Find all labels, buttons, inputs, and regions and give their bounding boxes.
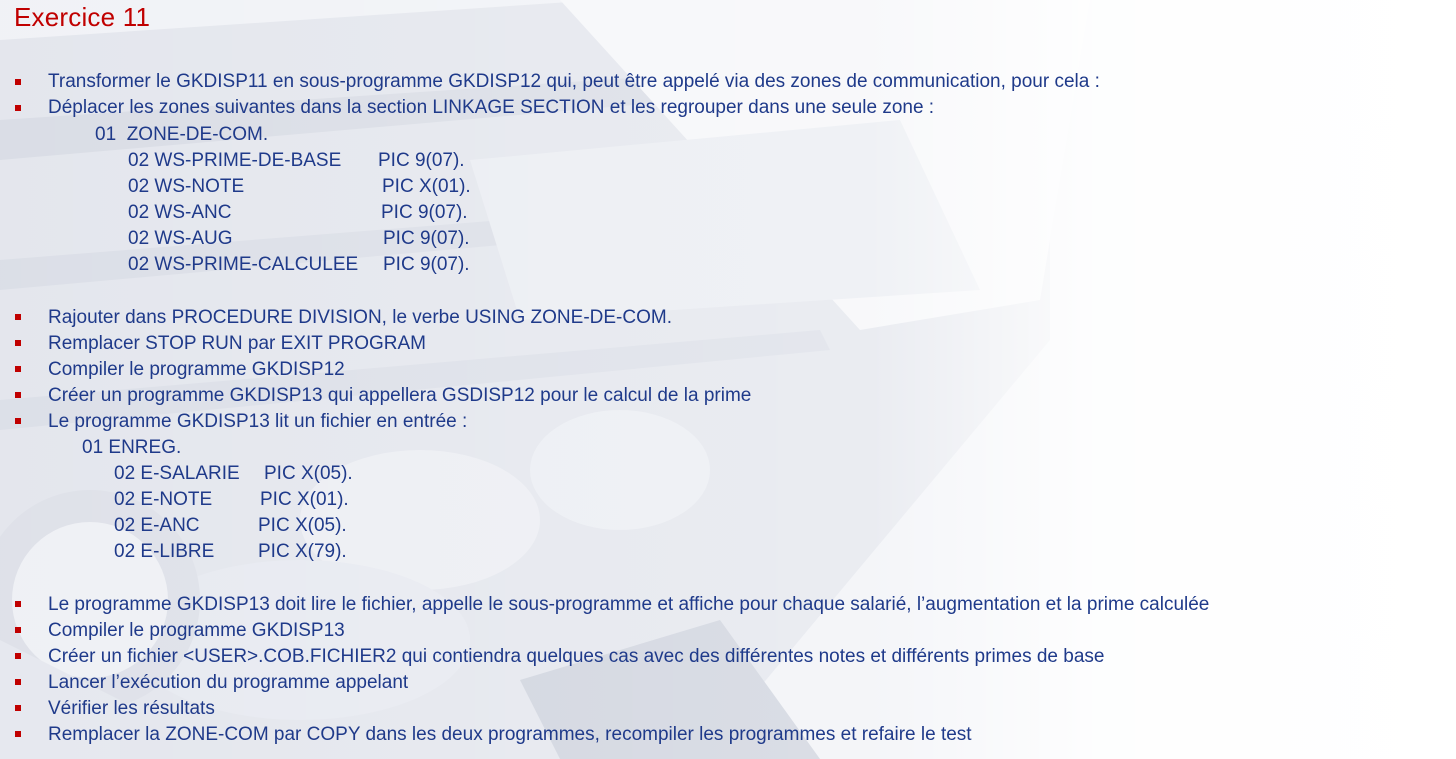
zone-field-pic: PIC X(01). (382, 176, 471, 197)
bullet-item: Lancer l’exécution du programme appelant (48, 672, 409, 693)
bullet-marker (15, 105, 21, 111)
bullet-item: Compiler le programme GKDISP12 (48, 359, 345, 380)
enreg-field-name: 02 E-SALARIE (114, 463, 240, 484)
zone-field-pic: PIC 9(07). (378, 150, 465, 171)
bullet-marker (15, 653, 21, 659)
enreg-field-name: 02 E-NOTE (114, 489, 213, 510)
enreg-field-pic: PIC X(05). (258, 515, 347, 536)
bullet-marker (15, 392, 21, 398)
bullet-marker (15, 340, 21, 346)
zone-field-pic: PIC 9(07). (383, 228, 470, 249)
bullet-item: Le programme GKDISP13 lit un fichier en … (48, 411, 468, 432)
bullet-marker (15, 705, 21, 711)
enreg-field-pic: PIC X(05). (264, 463, 353, 484)
zone-field-name: 02 WS-ANC (128, 202, 232, 223)
bullet-item: Compiler le programme GKDISP13 (48, 620, 345, 641)
enreg-field-pic: PIC X(79). (258, 541, 347, 562)
slide-title: Exercice 11 (14, 2, 151, 32)
enreg-field-pic: PIC X(01). (260, 489, 349, 510)
bullet-item: Déplacer les zones suivantes dans la sec… (48, 97, 935, 118)
bullet-marker (15, 314, 21, 320)
bullet-item: Créer un programme GKDISP13 qui appeller… (48, 385, 752, 406)
bullet-item: Remplacer STOP RUN par EXIT PROGRAM (48, 333, 426, 354)
enreg-field-name: 02 E-ANC (114, 515, 200, 536)
zone-de-com-header: 01 ZONE-DE-COM. (95, 124, 269, 145)
bullet-marker (15, 731, 21, 737)
bullet-marker (15, 601, 21, 607)
zone-field-name: 02 WS-PRIME-DE-BASE (128, 150, 342, 171)
zone-field-name: 02 WS-PRIME-CALCULEE (128, 254, 359, 275)
bullet-marker (15, 418, 21, 424)
zone-field-pic: PIC 9(07). (383, 254, 470, 275)
enreg-header: 01 ENREG. (82, 437, 182, 458)
bullet-item: Remplacer la ZONE-COM par COPY dans les … (48, 724, 972, 745)
bullet-item: Vérifier les résultats (48, 698, 215, 719)
zone-field-name: 02 WS-AUG (128, 228, 233, 249)
bullet-marker (15, 627, 21, 633)
bullet-item: Le programme GKDISP13 doit lire le fichi… (48, 594, 1210, 615)
bullet-marker (15, 79, 21, 85)
bullet-item: Transformer le GKDISP11 en sous-programm… (48, 71, 1100, 92)
bullet-marker (15, 366, 21, 372)
bullet-item: Rajouter dans PROCEDURE DIVISION, le ver… (48, 307, 672, 328)
enreg-field-name: 02 E-LIBRE (114, 541, 215, 562)
zone-field-pic: PIC 9(07). (381, 202, 468, 223)
zone-field-name: 02 WS-NOTE (128, 176, 245, 197)
bullet-item: Créer un fichier <USER>.COB.FICHIER2 qui… (48, 646, 1105, 667)
bullet-marker (15, 679, 21, 685)
